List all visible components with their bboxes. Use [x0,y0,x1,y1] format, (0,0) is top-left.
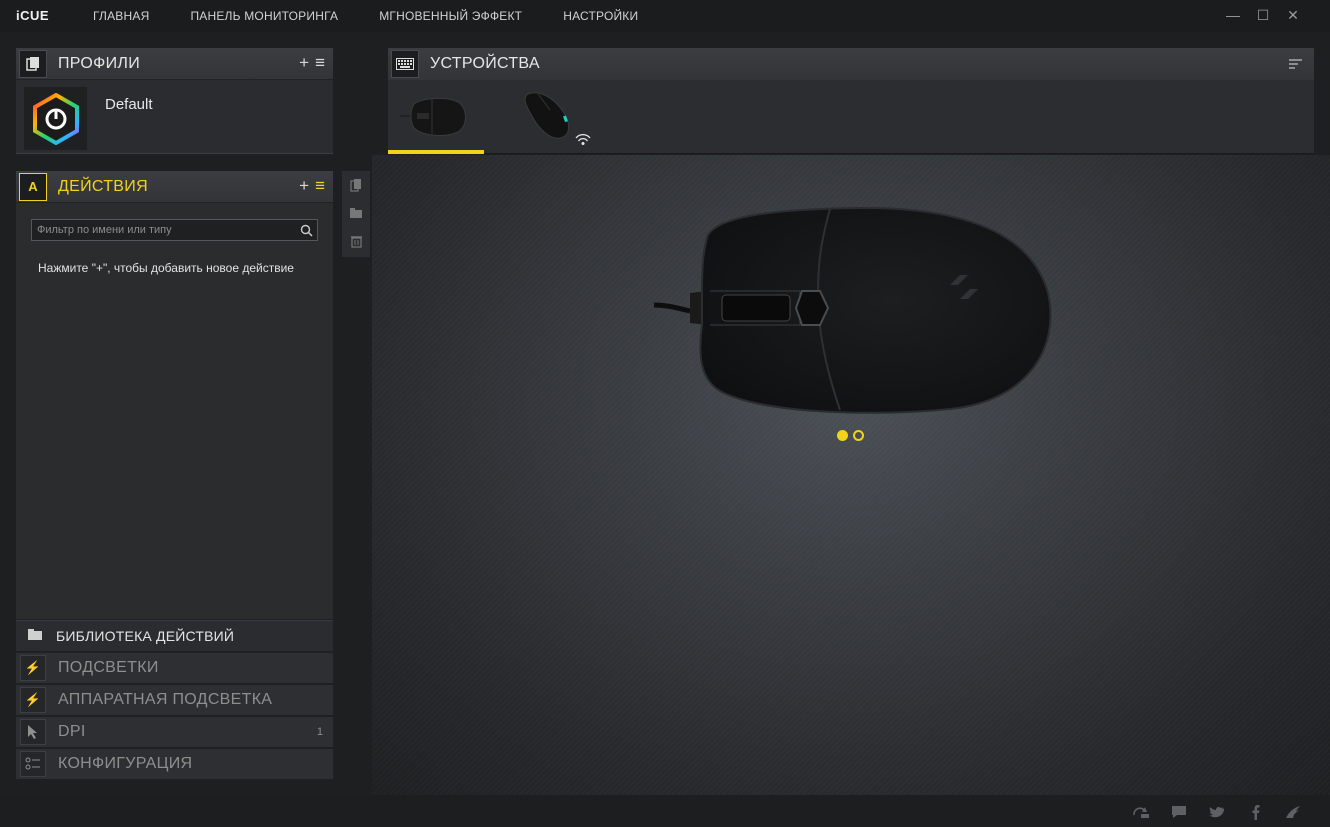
keyboard-icon [391,50,419,78]
lightning-icon: ⚡ [20,655,46,681]
profiles-title: ПРОФИЛИ [58,54,141,72]
action-library-label: БИБЛИОТЕКА ДЕЙСТВИЙ [56,628,235,644]
footer-icons [1132,804,1302,820]
profiles-menu-button[interactable]: ≡ [315,54,325,72]
chat-icon[interactable] [1170,804,1188,820]
sort-list-icon[interactable] [1289,57,1302,75]
action-filter [31,219,318,241]
profile-item[interactable]: Default [16,80,333,154]
nav-settings[interactable]: НАСТРОЙКИ [563,9,638,23]
profiles-header: ПРОФИЛИ + ≡ [16,48,333,80]
lightning-icon: ⚡ [20,687,46,713]
profiles-icon [19,49,47,78]
delete-icon[interactable] [348,233,364,249]
actions-panel: Нажмите "+", чтобы добавить новое действ… [16,203,333,619]
actions-header: A ДЕЙСТВИЯ + ≡ [16,171,333,203]
menu-hardware-lighting-label: АППАРАТНАЯ ПОДСВЕТКА [58,691,273,708]
profile-name: Default [105,96,153,113]
copy-icon[interactable] [348,177,364,193]
device-pager [837,430,864,441]
facebook-icon[interactable] [1246,804,1264,820]
menu-lighting[interactable]: ⚡ ПОДСВЕТКИ [16,652,333,683]
corsair-icon[interactable] [1284,804,1302,820]
actions-a-icon: A [19,172,47,201]
icue-hex-logo-icon [24,87,87,150]
move-to-library-icon[interactable] [348,205,364,221]
device-stage [372,155,1330,795]
settings-list-icon [20,751,46,777]
app-logo: iCUE [16,8,50,23]
add-profile-button[interactable]: + [299,54,309,72]
wired-mouse-icon [400,97,466,136]
menu-dpi-label: DPI [58,723,86,740]
devices-header: УСТРОЙСТВА [388,48,1314,80]
pager-dot-2[interactable] [853,430,864,441]
nav-instant-lighting[interactable]: МГНОВЕННЫЙ ЭФФЕКТ [379,9,522,23]
menu-configuration-label: КОНФИГУРАЦИЯ [58,755,193,772]
nav-home[interactable]: ГЛАВНАЯ [93,9,149,23]
twitter-icon[interactable] [1208,804,1226,820]
main-nav: ГЛАВНАЯ ПАНЕЛЬ МОНИТОРИНГА МГНОВЕННЫЙ ЭФ… [93,9,679,23]
add-action-button[interactable]: + [299,177,309,195]
empty-actions-hint: Нажмите "+", чтобы добавить новое действ… [38,261,294,275]
actions-title: ДЕЙСТВИЯ [58,177,148,195]
wireless-mouse-icon [524,92,591,145]
window-controls: — ☐ ✕ [1226,6,1300,24]
dpi-count-badge: 1 [316,726,323,738]
menu-hardware-lighting[interactable]: ⚡ АППАРАТНАЯ ПОДСВЕТКА [16,684,333,715]
title-bar: iCUE ГЛАВНАЯ ПАНЕЛЬ МОНИТОРИНГА МГНОВЕНН… [0,0,1330,32]
devices-title: УСТРОЙСТВА [430,55,540,72]
cursor-icon [20,719,46,745]
action-toolbar [342,171,370,257]
folder-icon [28,627,42,645]
device-tab-wired-mouse[interactable] [388,80,484,154]
minimize-button[interactable]: — [1226,6,1240,24]
close-button[interactable]: ✕ [1286,6,1300,24]
actions-menu-button[interactable]: ≡ [315,177,325,195]
action-filter-input[interactable] [32,224,295,236]
device-tab-wireless-mouse[interactable] [516,80,612,154]
menu-lighting-label: ПОДСВЕТКИ [58,659,159,676]
mouse-device-image[interactable] [650,205,1060,417]
footer-bar [0,795,1330,827]
menu-configuration[interactable]: КОНФИГУРАЦИЯ [16,748,333,779]
menu-dpi[interactable]: DPI 1 [16,716,333,747]
search-icon[interactable] [295,224,317,237]
maximize-button[interactable]: ☐ [1256,6,1270,24]
action-library-row[interactable]: БИБЛИОТЕКА ДЕЙСТВИЙ [16,620,333,651]
nav-dashboard[interactable]: ПАНЕЛЬ МОНИТОРИНГА [190,9,338,23]
update-icon[interactable] [1132,804,1150,820]
pager-dot-1[interactable] [837,430,848,441]
device-tabs [388,80,1314,154]
